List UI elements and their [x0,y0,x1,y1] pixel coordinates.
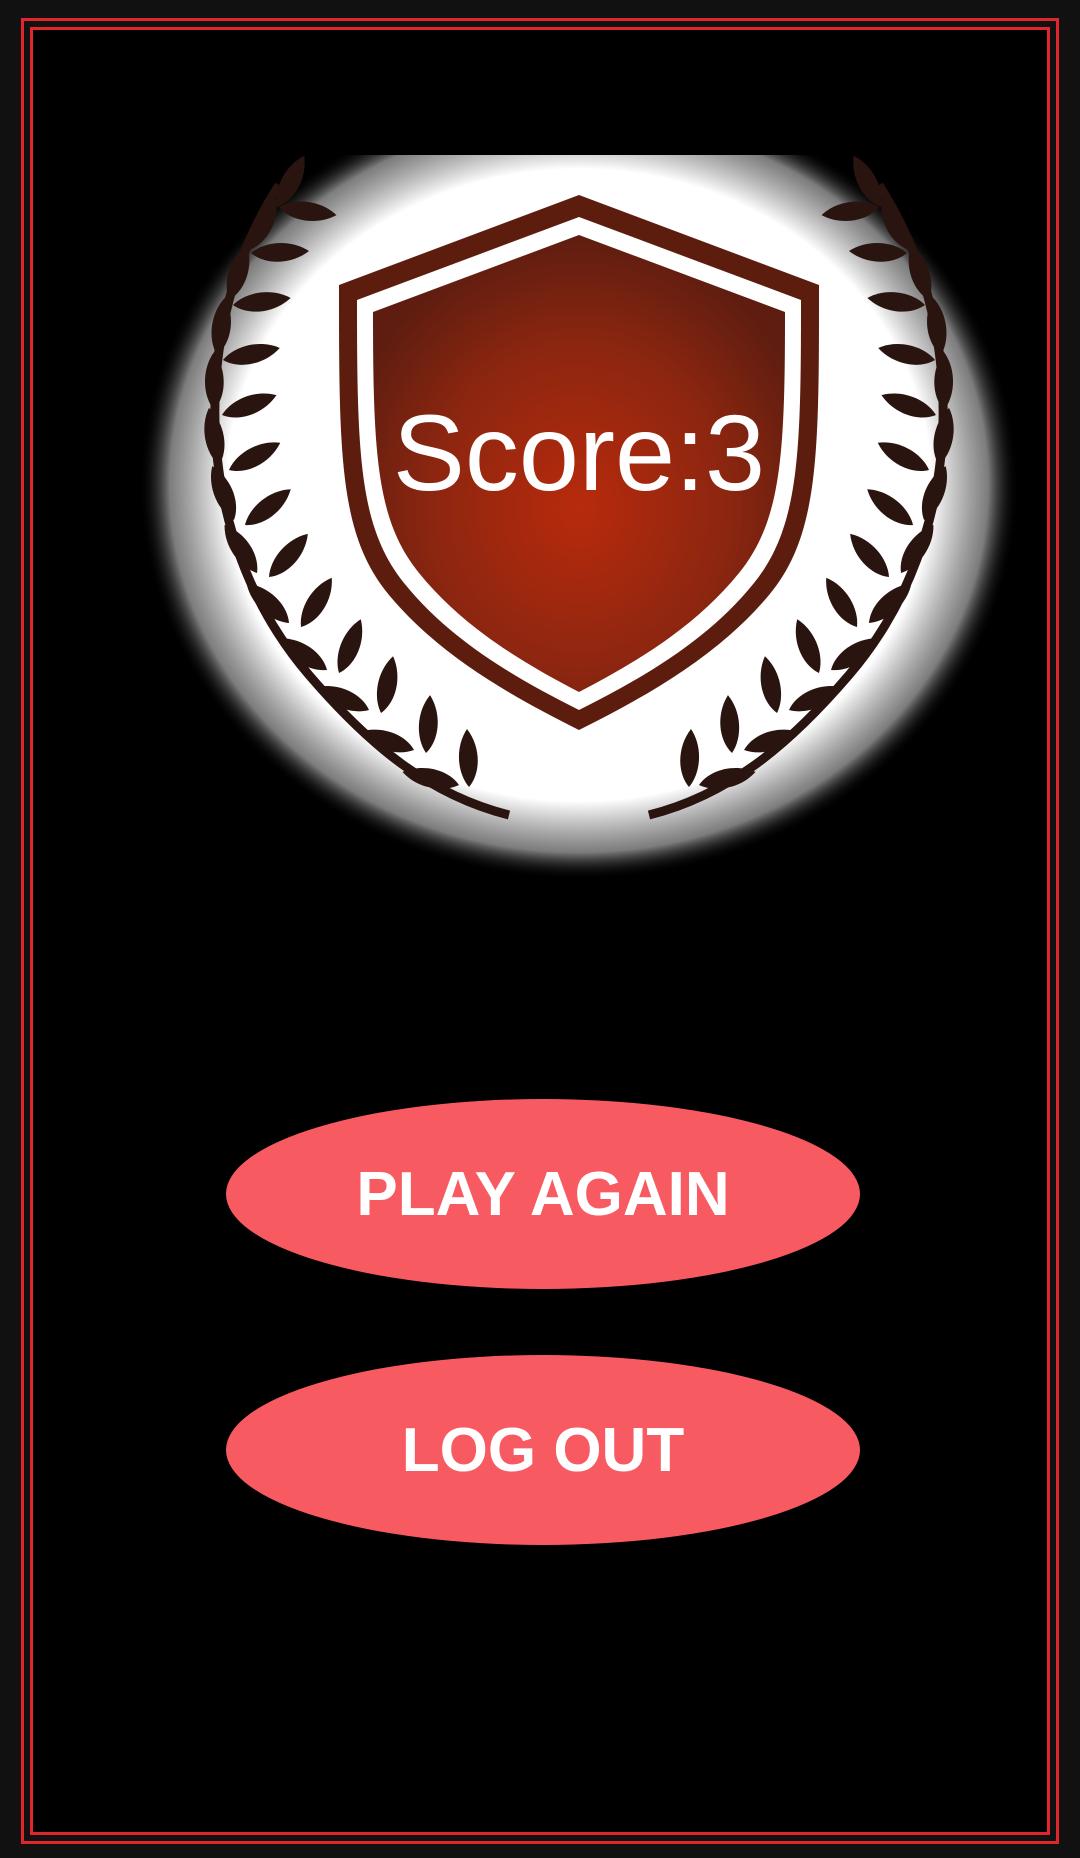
log-out-button[interactable]: LOG OUT [226,1355,860,1545]
outer-red-frame: Score:3 PLAY AGAIN LOG OUT [21,18,1059,1844]
inner-red-frame: Score:3 PLAY AGAIN LOG OUT [30,27,1050,1835]
game-over-screen: Score:3 PLAY AGAIN LOG OUT [0,0,1080,1858]
play-again-label: PLAY AGAIN [356,1159,730,1229]
play-again-button[interactable]: PLAY AGAIN [226,1099,860,1289]
score-label: Score:3 [392,392,766,513]
score-emblem: Score:3 [129,155,1029,880]
log-out-label: LOG OUT [401,1415,685,1485]
laurel-shield-icon [139,155,1019,880]
